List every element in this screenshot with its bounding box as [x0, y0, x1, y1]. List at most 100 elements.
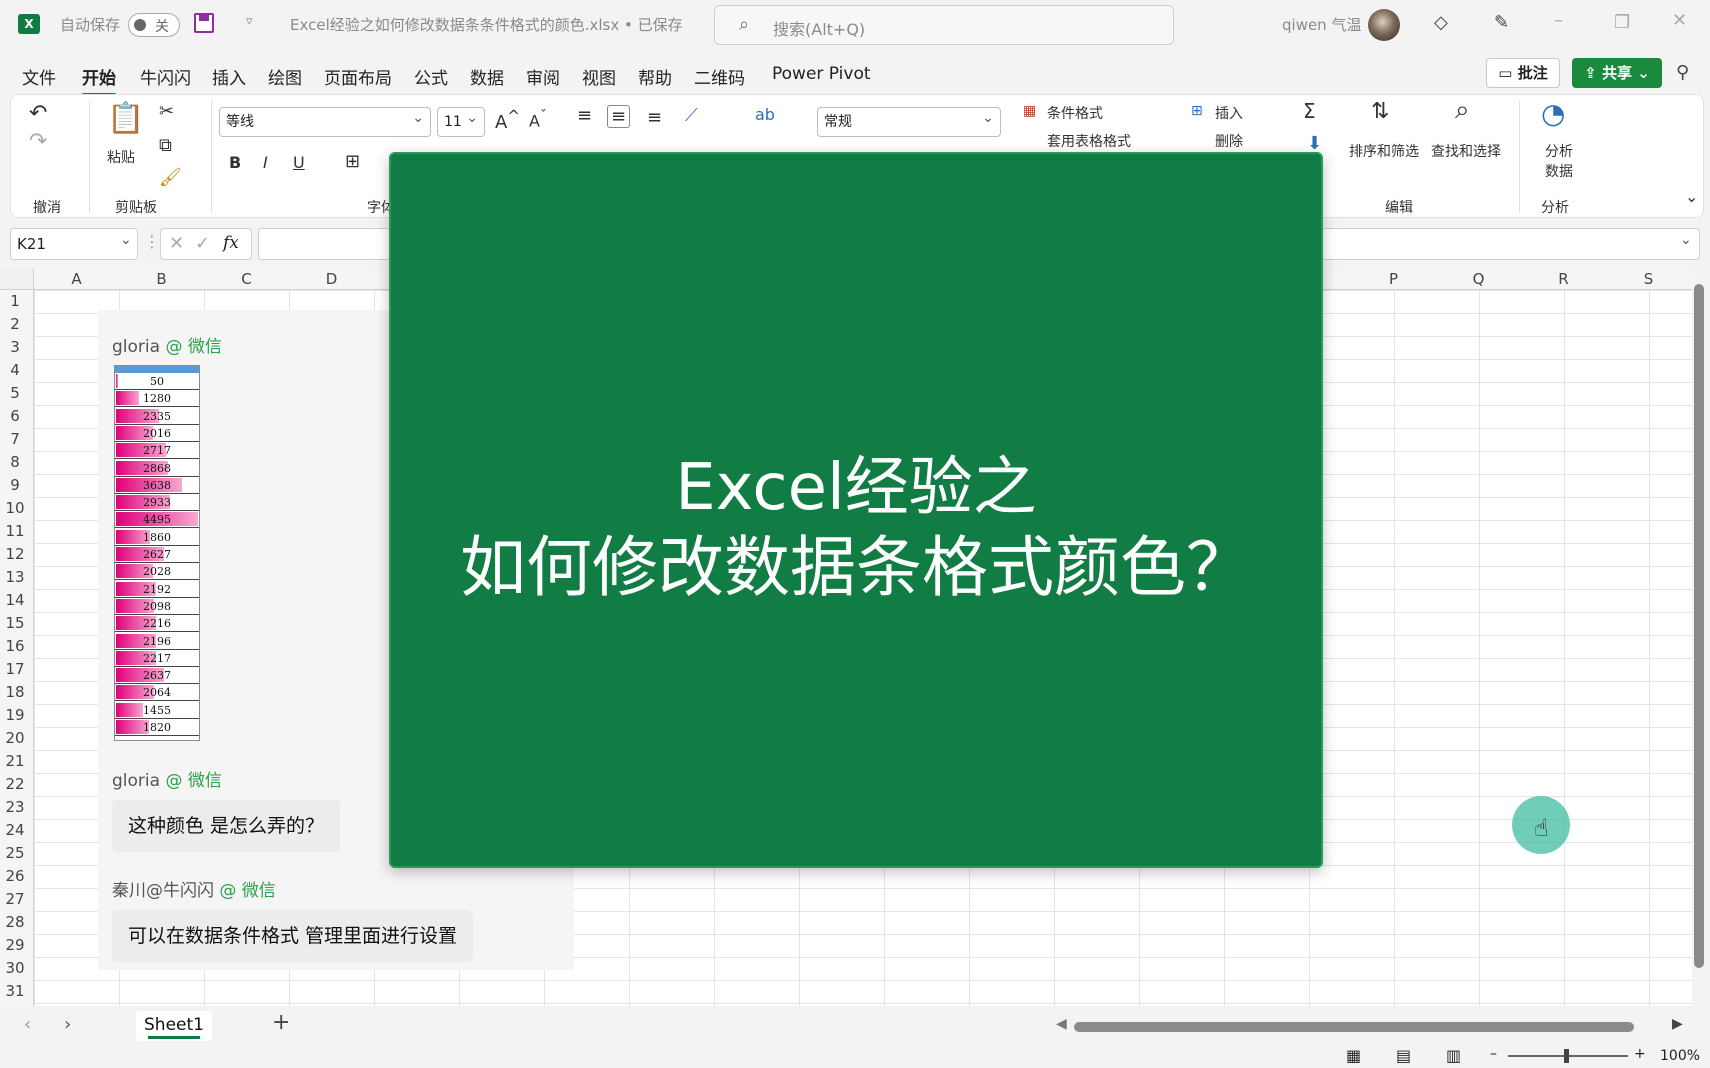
row-header[interactable]: 25 [0, 844, 30, 862]
row-header[interactable]: 5 [0, 384, 30, 402]
row-header[interactable]: 24 [0, 821, 30, 839]
more-icon[interactable]: ⋮ [144, 232, 160, 251]
analyze-data-icon[interactable]: ◔ [1541, 97, 1565, 130]
number-format-select[interactable]: 常规 [817, 104, 1001, 137]
menu-power-pivot[interactable]: Power Pivot [772, 64, 871, 84]
orientation-icon[interactable]: ⟋ [685, 105, 698, 126]
menu-help[interactable]: 帮助 [638, 64, 672, 89]
add-sheet-button[interactable]: + [272, 1010, 290, 1035]
name-box-dropdown-icon[interactable]: ⌄ [120, 232, 132, 248]
diamond-icon[interactable]: ◇ [1434, 12, 1448, 33]
row-header[interactable]: 18 [0, 683, 30, 701]
sort-filter-icon[interactable]: ⇅ [1371, 99, 1389, 124]
menu-niushanshan[interactable]: 牛闪闪 [140, 64, 191, 89]
conditional-format-button[interactable]: 条件格式 [1047, 103, 1103, 123]
select-all-corner[interactable] [0, 268, 34, 290]
customize-qat-icon[interactable]: ▿ [246, 14, 253, 29]
enter-icon[interactable]: ✓ [195, 233, 210, 254]
find-icon[interactable]: ⌕ [1455, 95, 1470, 126]
page-layout-view-icon[interactable]: ▤ [1396, 1046, 1411, 1065]
row-header[interactable]: 14 [0, 591, 30, 609]
zoom-level[interactable]: 100% [1660, 1048, 1700, 1064]
row-header[interactable]: 10 [0, 499, 30, 517]
row-header[interactable]: 1 [0, 292, 30, 310]
menu-formulas[interactable]: 公式 [414, 64, 448, 89]
row-header[interactable]: 16 [0, 637, 30, 655]
avatar[interactable] [1368, 9, 1400, 41]
pen-icon[interactable]: ✎ [1494, 12, 1509, 33]
bold-icon[interactable]: B [229, 153, 241, 172]
normal-view-icon[interactable]: ▦ [1346, 1046, 1361, 1065]
format-painter-icon[interactable]: 🖌 [159, 167, 182, 188]
row-header[interactable]: 3 [0, 338, 30, 356]
row-header[interactable]: 27 [0, 890, 30, 908]
comment-button[interactable]: ▭ 批注 [1486, 58, 1560, 88]
column-header[interactable]: R [1521, 270, 1606, 288]
user-name[interactable]: qiwen 气温 [1282, 14, 1361, 35]
insert-cells-button[interactable]: 插入 [1215, 103, 1243, 123]
row-header[interactable]: 29 [0, 936, 30, 954]
people-icon[interactable]: ⚲ [1676, 62, 1689, 83]
column-header[interactable]: D [289, 270, 374, 288]
cancel-icon[interactable]: ✕ [169, 233, 184, 254]
menu-view[interactable]: 视图 [582, 64, 616, 89]
menu-draw[interactable]: 绘图 [268, 64, 302, 89]
row-header[interactable]: 31 [0, 982, 30, 1000]
prev-sheet-icon[interactable]: ‹ [24, 1014, 31, 1035]
row-header[interactable]: 22 [0, 775, 30, 793]
conditional-format-icon[interactable]: ▦ [1023, 103, 1036, 119]
align-top-icon[interactable]: ≡ [577, 105, 592, 126]
row-header[interactable]: 28 [0, 913, 30, 931]
row-header[interactable]: 13 [0, 568, 30, 586]
horizontal-scrollbar[interactable] [1074, 1022, 1634, 1032]
menu-file[interactable]: 文件 [22, 64, 56, 89]
align-middle-icon[interactable]: ≡ [607, 105, 631, 128]
save-icon[interactable] [194, 13, 214, 33]
row-header[interactable]: 30 [0, 959, 30, 977]
formula-expand-icon[interactable]: ⌄ [1680, 232, 1692, 248]
insert-cells-icon[interactable]: ⊞ [1191, 103, 1203, 119]
share-button[interactable]: ⇪ 共享 ⌄ [1572, 58, 1662, 88]
font-name-select[interactable]: 等线 [219, 104, 431, 137]
scroll-right-icon[interactable]: ▶ [1672, 1016, 1683, 1032]
row-header[interactable]: 17 [0, 660, 30, 678]
restore-icon[interactable]: ❐ [1614, 12, 1630, 33]
row-header[interactable]: 2 [0, 315, 30, 333]
file-title[interactable]: Excel经验之如何修改数据条条件格式的颜色.xlsx • 已保存 [290, 14, 683, 35]
row-header[interactable]: 26 [0, 867, 30, 885]
column-header[interactable]: S [1606, 270, 1691, 288]
cut-icon[interactable]: ✂ [159, 101, 174, 122]
row-header[interactable]: 6 [0, 407, 30, 425]
row-header[interactable]: 12 [0, 545, 30, 563]
undo-icon[interactable]: ↶ [29, 101, 47, 126]
shrink-font-icon[interactable]: Aˇ [529, 109, 547, 130]
delete-cells-button[interactable]: 删除 [1215, 131, 1243, 151]
sort-filter-button[interactable]: 排序和筛选 [1349, 141, 1419, 161]
menu-data[interactable]: 数据 [470, 64, 504, 89]
row-header[interactable]: 21 [0, 752, 30, 770]
search-box[interactable]: ⌕ 搜索(Alt+Q) [714, 5, 1174, 45]
vertical-scrollbar[interactable] [1694, 284, 1704, 968]
menu-qrcode[interactable]: 二维码 [694, 64, 745, 89]
align-bottom-icon[interactable]: ≡ [647, 107, 662, 128]
scroll-left-icon[interactable]: ◀ [1056, 1016, 1067, 1032]
find-select-button[interactable]: 查找和选择 [1431, 141, 1501, 161]
row-header[interactable]: 19 [0, 706, 30, 724]
menu-home[interactable]: 开始 [82, 64, 116, 96]
zoom-out-icon[interactable]: – [1490, 1046, 1497, 1062]
italic-icon[interactable]: I [263, 153, 268, 172]
row-header[interactable]: 11 [0, 522, 30, 540]
row-header[interactable]: 15 [0, 614, 30, 632]
underline-icon[interactable]: U [293, 153, 305, 172]
menu-review[interactable]: 审阅 [526, 64, 560, 89]
menu-insert[interactable]: 插入 [212, 64, 246, 89]
grow-font-icon[interactable]: A^ [495, 107, 520, 133]
paste-label[interactable]: 粘贴 [107, 147, 135, 167]
page-break-view-icon[interactable]: ▥ [1446, 1046, 1461, 1065]
close-icon[interactable]: ✕ [1672, 10, 1687, 31]
zoom-in-icon[interactable]: + [1634, 1046, 1646, 1062]
redo-icon[interactable]: ↷ [29, 129, 47, 154]
ribbon-collapse-icon[interactable]: ⌄ [1685, 187, 1698, 206]
border-icon[interactable]: ⊞ [345, 151, 360, 172]
autosum-icon[interactable]: Σ [1303, 99, 1316, 123]
